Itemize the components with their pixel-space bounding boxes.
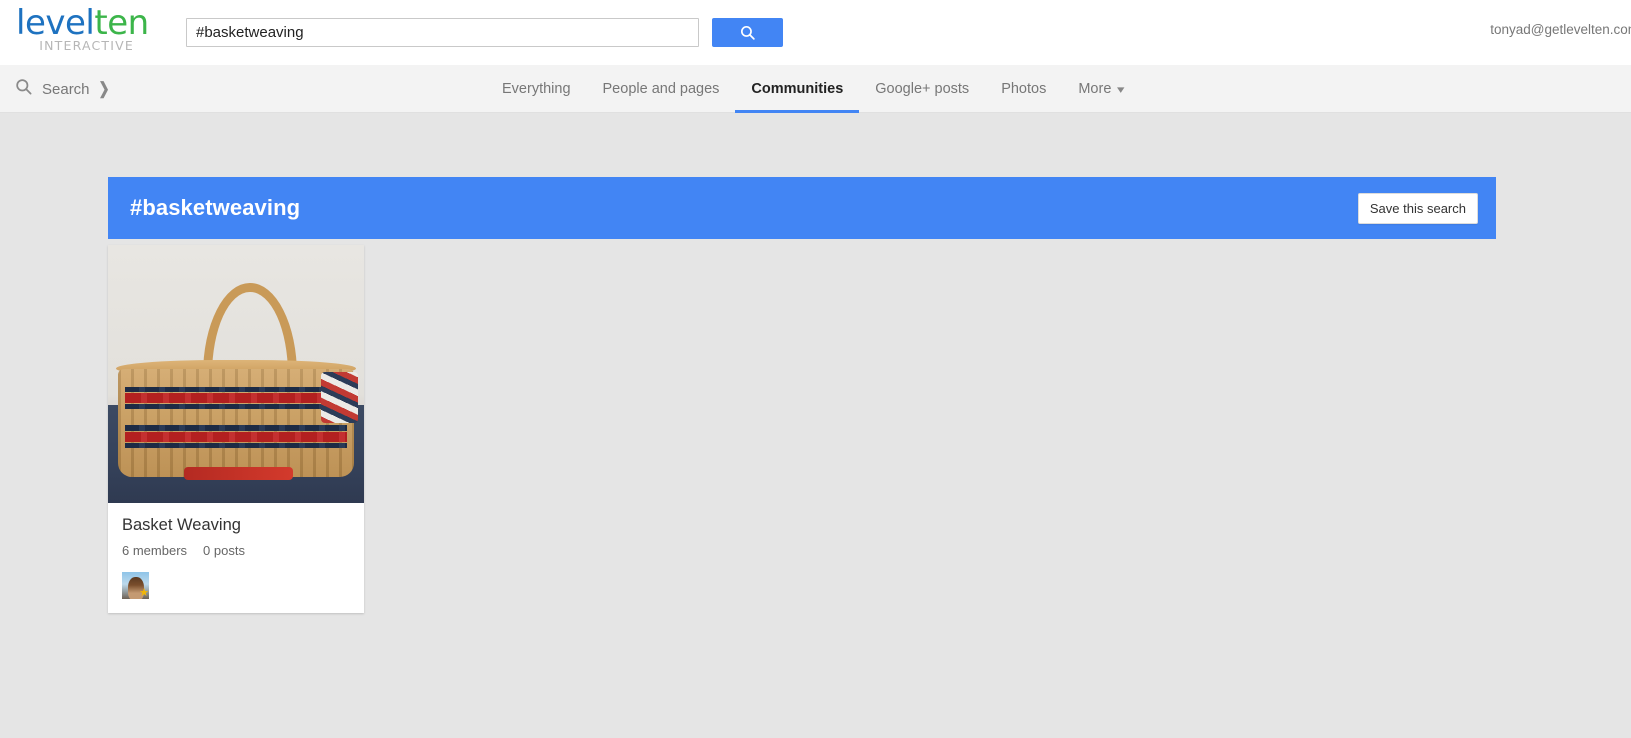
chevron-down-icon: ▾: [1117, 83, 1125, 96]
star-badge-icon: ★: [139, 587, 149, 599]
basket-stripe-navy: [125, 442, 347, 449]
navigation-bar: Search ❯ Everything People and pages Com…: [0, 65, 1631, 113]
search-tabs: Everything People and pages Communities …: [486, 65, 1140, 113]
tab-label: Everything: [502, 81, 571, 97]
tab-label: Communities: [751, 81, 844, 97]
basket-stripe-red: [125, 431, 347, 442]
tab-communities[interactable]: Communities: [735, 65, 860, 113]
search-nav-label: Search: [42, 80, 90, 98]
search-submit-button[interactable]: [712, 18, 783, 47]
logo-text-level: level: [16, 3, 95, 43]
chevron-right-icon: ❯: [98, 79, 110, 98]
tab-more[interactable]: More ▾: [1062, 65, 1140, 113]
logo-text-ten: ten: [94, 3, 149, 43]
tab-google-plus-posts[interactable]: Google+ posts: [859, 65, 985, 113]
save-this-search-button[interactable]: Save this search: [1357, 192, 1478, 224]
member-count: 6 members: [122, 543, 188, 558]
avatar[interactable]: ★: [122, 572, 149, 599]
cloth-bottom: [184, 466, 293, 481]
community-stats: 6 members 0 posts: [122, 543, 350, 558]
tab-label: People and pages: [602, 81, 720, 97]
post-count: 0 posts: [203, 543, 245, 558]
member-avatar-list: ★: [122, 572, 350, 603]
community-title[interactable]: Basket Weaving: [122, 516, 350, 535]
basket-illustration: [115, 282, 359, 481]
search-nav-link[interactable]: Search ❯: [14, 65, 109, 113]
tab-label: Photos: [1001, 81, 1047, 97]
tab-label: More: [1078, 81, 1112, 97]
banner-query-title: #basketweaving: [130, 195, 301, 220]
search-icon: [739, 24, 756, 41]
user-email[interactable]: tonyad@getlevelten.com: [1490, 22, 1631, 37]
basket-body: [118, 369, 354, 478]
community-result-card[interactable]: Basket Weaving 6 members 0 posts ★: [108, 245, 364, 613]
page-header: levelten INTERACTIVE tonyad@getlevelten.…: [0, 0, 1631, 65]
basket-stripe-navy: [125, 425, 347, 431]
basket-stripe-navy: [125, 403, 347, 410]
search-icon: [14, 77, 33, 101]
main-content: #basketweaving Save this search Basket W…: [0, 113, 1631, 738]
tab-everything[interactable]: Everything: [486, 65, 587, 113]
tab-people-and-pages[interactable]: People and pages: [587, 65, 736, 113]
tab-label: Google+ posts: [875, 81, 970, 97]
logo[interactable]: levelten INTERACTIVE: [16, 3, 149, 58]
cloth-right: [320, 372, 359, 424]
basket-stripe-red: [125, 393, 347, 403]
search-query-banner: #basketweaving Save this search: [108, 177, 1496, 239]
community-cover-photo[interactable]: [108, 245, 364, 503]
search-input[interactable]: [186, 18, 699, 47]
logo-wordmark: levelten: [16, 3, 149, 43]
community-card-body: Basket Weaving 6 members 0 posts ★: [108, 503, 364, 613]
basket-stripe-navy: [125, 386, 347, 393]
tab-photos[interactable]: Photos: [985, 65, 1062, 113]
